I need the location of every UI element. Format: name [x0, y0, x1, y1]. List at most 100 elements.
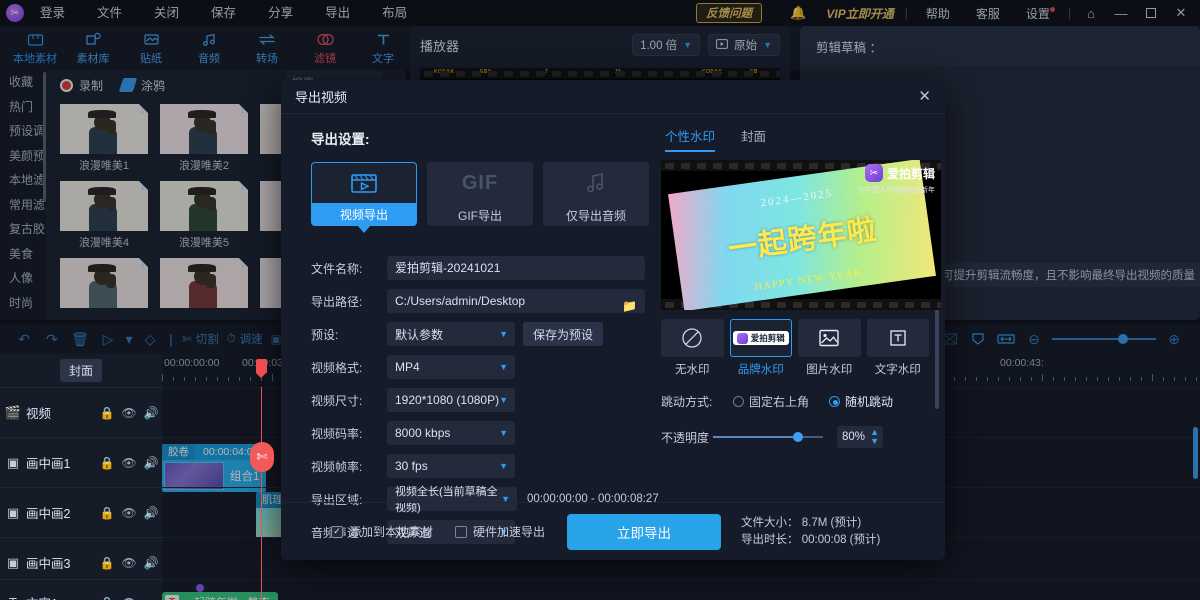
export-now-button[interactable]: 立即导出	[567, 514, 721, 550]
playhead-handle[interactable]	[256, 359, 267, 373]
lock-icon[interactable]: 🔒	[96, 456, 118, 470]
download-icon[interactable]: ↓	[240, 259, 245, 270]
lock-icon[interactable]: 🔒	[96, 406, 118, 420]
watermark-preview: 2024—2025 一起跨年啦 HAPPY NEW YEAR ✂ 爱拍剪辑 为中…	[661, 160, 941, 310]
track-header-pip1[interactable]: ▣ 画中画1 🔒 👁 🔊	[0, 437, 162, 487]
mode-gif-export-label: GIF导出	[427, 204, 533, 226]
watermark-none[interactable]: 无水印	[661, 319, 724, 377]
preset-value: 默认参数	[395, 326, 443, 343]
filename-input[interactable]: 爱拍剪辑-20241021	[387, 256, 645, 280]
radio-icon-selected	[829, 396, 840, 407]
opacity-slider[interactable]	[713, 436, 823, 438]
motion-random-option[interactable]: 随机跳动	[829, 393, 893, 410]
folder-icon[interactable]: 📁	[622, 294, 637, 318]
brand-watermark-icon: 爱拍剪辑	[730, 319, 793, 357]
track-name: 文字1	[26, 593, 96, 600]
chevron-down-icon: ▼	[499, 395, 508, 405]
chevron-down-icon: ▼	[499, 428, 508, 438]
download-icon[interactable]: ↓	[240, 182, 245, 193]
watermark-text[interactable]: 文字水印	[867, 319, 930, 377]
form-row-preset: 预设: 默认参数 ▼ 保存为预设	[311, 322, 661, 346]
watermark-options: 无水印 爱拍剪辑 品牌水印 图片水印	[661, 319, 929, 377]
video-size-select[interactable]: 1920*1080 (1080P) ▼	[387, 388, 515, 412]
mode-video-export[interactable]: 视频导出	[311, 162, 417, 226]
eye-icon[interactable]: 👁	[118, 596, 140, 600]
cover-button[interactable]: 封面	[60, 359, 102, 382]
mode-gif-export[interactable]: GIF GIF导出	[427, 162, 533, 226]
preset-select[interactable]: 默认参数 ▼	[387, 322, 515, 346]
chevron-down-icon: ▼	[499, 461, 508, 471]
tab-cover[interactable]: 封面	[741, 126, 766, 152]
speaker-icon[interactable]: 🔊	[140, 506, 162, 520]
download-icon[interactable]: ↓	[140, 259, 145, 270]
watermark-image-label: 图片水印	[798, 357, 861, 377]
export-path-input[interactable]: C:/Users/admin/Desktop 📁	[387, 289, 645, 313]
close-icon[interactable]: ✕	[918, 89, 931, 104]
eye-icon[interactable]: 👁	[118, 456, 140, 470]
brand-tagline: 为中国人的视频创造新年	[858, 185, 935, 195]
lock-icon[interactable]: 🔒	[96, 556, 118, 570]
download-icon[interactable]: ↓	[240, 105, 245, 116]
pip-icon: ▣	[0, 555, 26, 571]
video-bitrate-select[interactable]: 8000 kbps ▼	[387, 421, 515, 445]
add-to-local-checkbox[interactable]: ✓ 添加到本地素材	[331, 523, 433, 540]
chevron-down-icon: ▼	[499, 329, 508, 339]
video-export-icon	[312, 163, 416, 203]
track-header-pip2[interactable]: ▣ 画中画2 🔒 👁 🔊	[0, 487, 162, 537]
no-watermark-icon	[661, 319, 724, 357]
music-note-icon	[543, 162, 649, 204]
watermark-brand[interactable]: 爱拍剪辑 品牌水印	[730, 319, 793, 377]
video-format-select[interactable]: MP4 ▼	[387, 355, 515, 379]
gif-icon: GIF	[427, 162, 533, 204]
export-settings-section: 导出设置: 视频导出 GIF GIF导出	[281, 114, 661, 502]
speaker-icon[interactable]: 🔊	[140, 456, 162, 470]
speaker-icon[interactable]: 🔊	[140, 556, 162, 570]
eye-icon[interactable]: 👁	[118, 556, 140, 570]
checkbox-checked-icon: ✓	[331, 526, 343, 538]
add-to-local-label: 添加到本地素材	[349, 523, 433, 540]
export-video-dialog: 导出视频 ✕ 导出设置: 视频导出 GIF GIF导出	[281, 80, 945, 560]
cut-at-playhead-button[interactable]: ✄	[250, 442, 274, 472]
eye-icon[interactable]: 👁	[118, 506, 140, 520]
duration-text: 导出时长： 00:00:08 (预计)	[741, 532, 880, 549]
download-icon[interactable]: ↓	[140, 105, 145, 116]
track-header-video[interactable]: 🎬 视频 🔒 👁 🔊	[0, 387, 162, 437]
opacity-label: 不透明度	[661, 429, 709, 446]
text-track-icon: T	[0, 595, 26, 600]
lock-icon[interactable]: 🔒	[96, 506, 118, 520]
form-row-size: 视频尺寸: 1920*1080 (1080P) ▼	[311, 388, 661, 412]
hw-accel-checkbox[interactable]: 硬件加速导出	[455, 523, 545, 540]
dialog-title: 导出视频	[295, 87, 347, 106]
mode-audio-export[interactable]: 仅导出音频	[543, 162, 649, 226]
lock-icon[interactable]: 🔒	[96, 596, 118, 600]
eye-icon[interactable]: 👁	[118, 406, 140, 420]
download-icon[interactable]: ↓	[140, 182, 145, 193]
speaker-icon[interactable]: 🔊	[140, 406, 162, 420]
watermark-image[interactable]: 图片水印	[798, 319, 861, 377]
slider-handle[interactable]	[793, 432, 803, 442]
text-watermark-icon	[867, 319, 930, 357]
track-name: 画中画3	[26, 553, 96, 572]
opacity-value: 80%	[842, 431, 865, 443]
app-root: ✂ 登录 文件 关闭 保存 分享 导出 布局 反馈问题 🔔 VIP立即开通 | …	[0, 0, 1200, 600]
save-preset-button[interactable]: 保存为预设	[523, 322, 603, 346]
watermark-text-label: 文字水印	[867, 357, 930, 377]
tab-personal-watermark[interactable]: 个性水印	[665, 126, 715, 152]
filename-label: 文件名称:	[311, 260, 387, 277]
dialog-body: 导出设置: 视频导出 GIF GIF导出	[281, 114, 945, 502]
preset-label: 预设:	[311, 326, 387, 343]
path-label: 导出路径:	[311, 293, 387, 310]
file-size-text: 文件大小： 8.7M (预计)	[741, 515, 880, 532]
opacity-stepper[interactable]: 80% ▲▼	[837, 426, 883, 448]
track-header-text1[interactable]: T 文字1 🔒 👁	[0, 579, 162, 600]
bitrate-label: 视频码率:	[311, 425, 387, 442]
motion-fixed-option[interactable]: 固定右上角	[733, 393, 809, 410]
playhead[interactable]	[261, 387, 262, 600]
video-size-value: 1920*1080 (1080P)	[395, 393, 499, 407]
stepper-arrows-icon[interactable]: ▲▼	[870, 428, 879, 446]
video-framerate-select[interactable]: 30 fps ▼	[387, 454, 515, 478]
mode-audio-export-label: 仅导出音频	[543, 204, 649, 226]
track-header-column: 封面 🎬 视频 🔒 👁 🔊 ▣ 画中画1 🔒 👁 🔊 ▣	[0, 354, 162, 600]
brand-logo-icon: ✂	[865, 164, 883, 182]
dialog-header: 导出视频 ✕	[281, 80, 945, 114]
